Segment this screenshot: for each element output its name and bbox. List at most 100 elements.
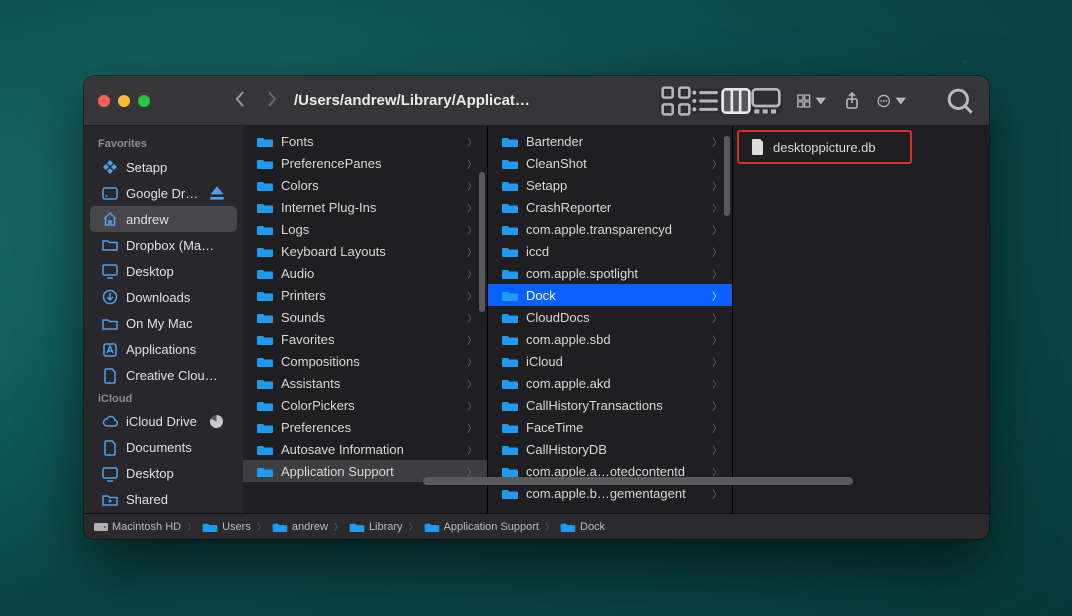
path-label: andrew <box>292 521 328 533</box>
share-button[interactable] <box>837 89 867 113</box>
folder-label: Printers <box>281 288 326 303</box>
sidebar-item-documents[interactable]: Documents <box>90 435 237 461</box>
folder-item[interactable]: CloudDocs〉 <box>488 306 732 328</box>
folder-item[interactable]: com.apple.akd〉 <box>488 372 732 394</box>
folder-item[interactable]: ColorPickers〉 <box>243 394 487 416</box>
folder-item[interactable]: com.apple.spotlight〉 <box>488 262 732 284</box>
action-button[interactable] <box>877 89 907 113</box>
folder-item[interactable]: CleanShot〉 <box>488 152 732 174</box>
folder-icon <box>257 179 273 191</box>
path-crumb[interactable]: Macintosh HD <box>94 521 181 533</box>
folder-item[interactable]: CallHistoryDB〉 <box>488 438 732 460</box>
path-crumb[interactable]: Application Support <box>424 521 539 533</box>
folder-item[interactable]: iCloud〉 <box>488 350 732 372</box>
chevron-right-icon: 〉 <box>467 156 477 171</box>
sidebar-item-label: Dropbox (Ma… <box>126 238 214 253</box>
eject-icon[interactable] <box>209 185 225 201</box>
folder-item[interactable]: Keyboard Layouts〉 <box>243 240 487 262</box>
sidebar-item-applications[interactable]: Applications <box>90 337 237 363</box>
folder-icon <box>502 333 518 345</box>
scrollbar-thumb[interactable] <box>479 172 485 312</box>
sidebar: FavoritesSetappGoogle Dr…andrewDropbox (… <box>84 126 243 513</box>
column-2: Bartender〉CleanShot〉Setapp〉CrashReporter… <box>488 126 733 513</box>
folder-label: com.apple.b…gementagent <box>526 486 686 501</box>
chevron-right-icon: 〉 <box>712 310 722 325</box>
chevron-right-icon: 〉 <box>467 354 477 369</box>
folder-item[interactable]: Autosave Information〉 <box>243 438 487 460</box>
horizontal-scrollbar[interactable] <box>423 477 981 485</box>
folder-item[interactable]: Preferences〉 <box>243 416 487 438</box>
folder-item[interactable]: com.apple.sbd〉 <box>488 328 732 350</box>
folder-item[interactable]: Compositions〉 <box>243 350 487 372</box>
folder-label: com.apple.akd <box>526 376 611 391</box>
folder-item[interactable]: com.apple.transparencyd〉 <box>488 218 732 240</box>
sidebar-item-dropbox-ma-[interactable]: Dropbox (Ma… <box>90 232 237 258</box>
folder-icon <box>257 377 273 389</box>
sidebar-item-desktop[interactable]: Desktop <box>90 461 237 487</box>
folder-item[interactable]: Printers〉 <box>243 284 487 306</box>
highlighted-file: desktoppicture.db <box>737 130 912 164</box>
group-by-button[interactable] <box>797 89 827 113</box>
path-crumb[interactable]: Users <box>202 521 251 533</box>
sidebar-section-header: iCloud <box>84 389 243 409</box>
sidebar-item-setapp[interactable]: Setapp <box>90 154 237 180</box>
folder-item[interactable]: com.apple.b…gementagent 〉 <box>488 482 732 504</box>
chevron-right-icon: 〉 <box>712 486 722 501</box>
path-crumb[interactable]: Dock <box>560 521 605 533</box>
folder-icon <box>502 135 518 147</box>
hdd-icon <box>94 522 108 532</box>
sidebar-item-creative-clou-[interactable]: Creative Clou… <box>90 363 237 389</box>
folder-item[interactable]: FaceTime 〉 <box>488 416 732 438</box>
sidebar-item-google-dr-[interactable]: Google Dr… <box>90 180 237 206</box>
path-crumb[interactable]: Library <box>349 521 403 533</box>
back-button[interactable] <box>232 90 248 111</box>
view-columns[interactable] <box>721 90 751 112</box>
folder-item[interactable]: iccd〉 <box>488 240 732 262</box>
folder-item[interactable]: Dock〉 <box>488 284 732 306</box>
folder-item[interactable]: Internet Plug-Ins〉 <box>243 196 487 218</box>
view-list[interactable] <box>691 90 721 112</box>
column-3: desktoppicture.db <box>733 126 989 513</box>
folder-label: CallHistoryDB <box>526 442 607 457</box>
folder-item[interactable]: Logs〉 <box>243 218 487 240</box>
folder-item[interactable]: Favorites〉 <box>243 328 487 350</box>
close-window[interactable] <box>98 95 110 107</box>
view-gallery[interactable] <box>751 90 781 112</box>
folder-item[interactable]: Bartender〉 <box>488 130 732 152</box>
folder-label: PreferencePanes <box>281 156 381 171</box>
path-separator: 〉 <box>255 520 268 533</box>
folder-label: FaceTime <box>526 420 583 435</box>
folder-label: Bartender <box>526 134 583 149</box>
sidebar-item-desktop[interactable]: Desktop <box>90 258 237 284</box>
folder-label: Fonts <box>281 134 314 149</box>
path-crumb[interactable]: andrew <box>272 521 328 533</box>
chevron-right-icon: 〉 <box>712 420 722 435</box>
sidebar-item-shared[interactable]: Shared <box>90 487 237 513</box>
view-icons[interactable] <box>661 90 691 112</box>
folder-item[interactable]: Colors〉 <box>243 174 487 196</box>
search-button[interactable] <box>945 89 975 113</box>
chevron-right-icon: 〉 <box>712 398 722 413</box>
minimize-window[interactable] <box>118 95 130 107</box>
path-label: Users <box>222 521 251 533</box>
chevron-right-icon: 〉 <box>467 266 477 281</box>
file-item[interactable]: desktoppicture.db <box>741 136 908 158</box>
scrollbar-thumb[interactable] <box>724 136 730 216</box>
forward-button[interactable] <box>264 90 280 111</box>
folder-item[interactable]: Assistants〉 <box>243 372 487 394</box>
folder-item[interactable]: Sounds〉 <box>243 306 487 328</box>
folder-item[interactable]: Audio〉 <box>243 262 487 284</box>
sidebar-item-label: Shared <box>126 492 168 507</box>
sidebar-item-downloads[interactable]: Downloads <box>90 284 237 310</box>
folder-icon <box>257 201 273 213</box>
zoom-window[interactable] <box>138 95 150 107</box>
sidebar-item-andrew[interactable]: andrew <box>90 206 237 232</box>
folder-item[interactable]: Fonts〉 <box>243 130 487 152</box>
folder-item[interactable]: CallHistoryTransactions〉 <box>488 394 732 416</box>
sidebar-item-icloud-drive[interactable]: iCloud Drive <box>90 409 237 435</box>
sidebar-item-on-my-mac[interactable]: On My Mac <box>90 310 237 336</box>
folder-item[interactable]: Setapp〉 <box>488 174 732 196</box>
folder-item[interactable]: CrashReporter〉 <box>488 196 732 218</box>
folder-item[interactable]: PreferencePanes 〉 <box>243 152 487 174</box>
folder-icon <box>502 443 518 455</box>
